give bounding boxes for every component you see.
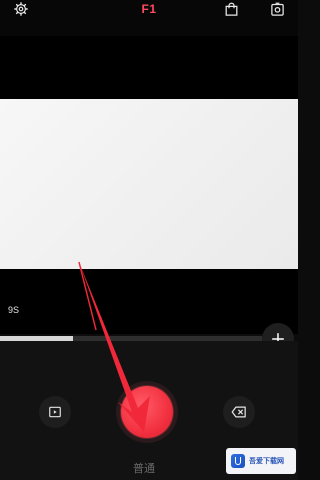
- settings-button[interactable]: [6, 0, 36, 18]
- capture-mode-label[interactable]: 普通: [133, 460, 155, 476]
- record-button[interactable]: [121, 386, 173, 438]
- preview-top-band: [0, 36, 298, 99]
- watermark-text: 吾爱下载网: [249, 457, 284, 465]
- backspace-icon: [231, 406, 246, 418]
- gear-icon: [14, 2, 28, 16]
- watermark: 吾爱下载网: [226, 448, 296, 474]
- filter-label: F1: [141, 2, 157, 16]
- switch-camera-button[interactable]: [262, 0, 292, 18]
- camera-switch-icon: [270, 2, 284, 16]
- delete-clip-button[interactable]: [223, 396, 255, 428]
- play-square-icon: [49, 406, 61, 418]
- preview-bottom-band: [0, 269, 298, 334]
- store-button[interactable]: [216, 0, 246, 18]
- filter-selector[interactable]: F1: [132, 0, 166, 18]
- gallery-button[interactable]: [39, 396, 71, 428]
- camera-preview: [0, 99, 298, 269]
- duration-label: 9S: [8, 305, 20, 315]
- watermark-logo-icon: [231, 454, 245, 468]
- shopping-bag-icon: [225, 2, 237, 16]
